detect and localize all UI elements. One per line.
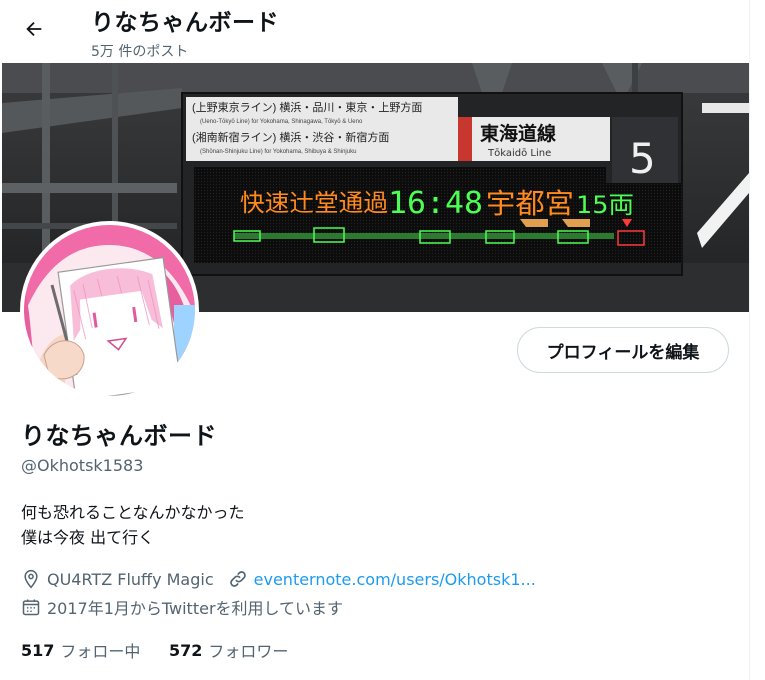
- calendar-icon: [21, 597, 41, 617]
- followers-count: 572: [169, 640, 203, 660]
- bio-line-2: 僕は今夜 出て行く: [21, 528, 155, 547]
- user-handle: @Okhotsk1583: [21, 456, 144, 475]
- board-line2-en: (Shōnan-Shinjuku Line) for Yokohama, Shi…: [200, 149, 356, 155]
- board-line1-en: (Ueno-Tōkyō Line) for Yokohama, Shinagaw…: [200, 119, 363, 125]
- following-count: 517: [21, 640, 55, 660]
- website-link[interactable]: eventernote.com/users/Okhotsk1...: [254, 570, 536, 589]
- led-cars: 15両: [576, 191, 634, 219]
- bio: 何も恐れることなんかなかった 僕は今夜 出て行く: [21, 500, 245, 550]
- led-time: 16:48: [388, 186, 483, 221]
- led-destination: 宇都宮: [486, 187, 574, 220]
- location-text: QU4RTZ Fluffy Magic: [47, 569, 214, 589]
- header-title: りなちゃんボード: [91, 10, 279, 36]
- board-platform-number: 5: [629, 134, 656, 183]
- location-pin-icon: [21, 569, 41, 589]
- bio-line-1: 何も恐れることなんかなかった: [21, 503, 245, 522]
- link-icon: [228, 569, 248, 589]
- join-date-row: 2017年1月からTwitterを利用しています: [21, 595, 343, 619]
- post-count: 5万 件のポスト: [91, 44, 189, 60]
- led-train-type: 快速辻堂通過: [240, 189, 388, 217]
- edit-profile-button[interactable]: プロフィールを編集: [517, 327, 729, 373]
- back-button[interactable]: [15, 12, 53, 50]
- board-line1: (上野東京ライン) 横浜・品川・東京・上野方面: [192, 100, 422, 114]
- arrow-left-icon: [23, 18, 45, 44]
- followers-link[interactable]: 572 フォロワー: [169, 638, 288, 662]
- following-label: フォロー中: [60, 642, 141, 661]
- display-name: りなちゃんボード: [21, 422, 217, 450]
- column-divider: [749, 0, 750, 680]
- board-line-name: 東海道線: [480, 122, 556, 145]
- followers-label: フォロワー: [208, 642, 289, 661]
- following-link[interactable]: 517 フォロー中: [21, 638, 140, 662]
- board-line-name-en: Tōkaidō Line: [487, 148, 551, 159]
- avatar[interactable]: [20, 221, 199, 400]
- profile-meta-row: QU4RTZ Fluffy Magic eventernote.com/user…: [21, 567, 536, 591]
- join-date-text: 2017年1月からTwitterを利用しています: [47, 599, 344, 618]
- profile-header: りなちゃんボード 5万 件のポスト: [0, 0, 749, 63]
- board-line2: (湘南新宿ライン) 横浜・渋谷・新宿方面: [192, 130, 389, 144]
